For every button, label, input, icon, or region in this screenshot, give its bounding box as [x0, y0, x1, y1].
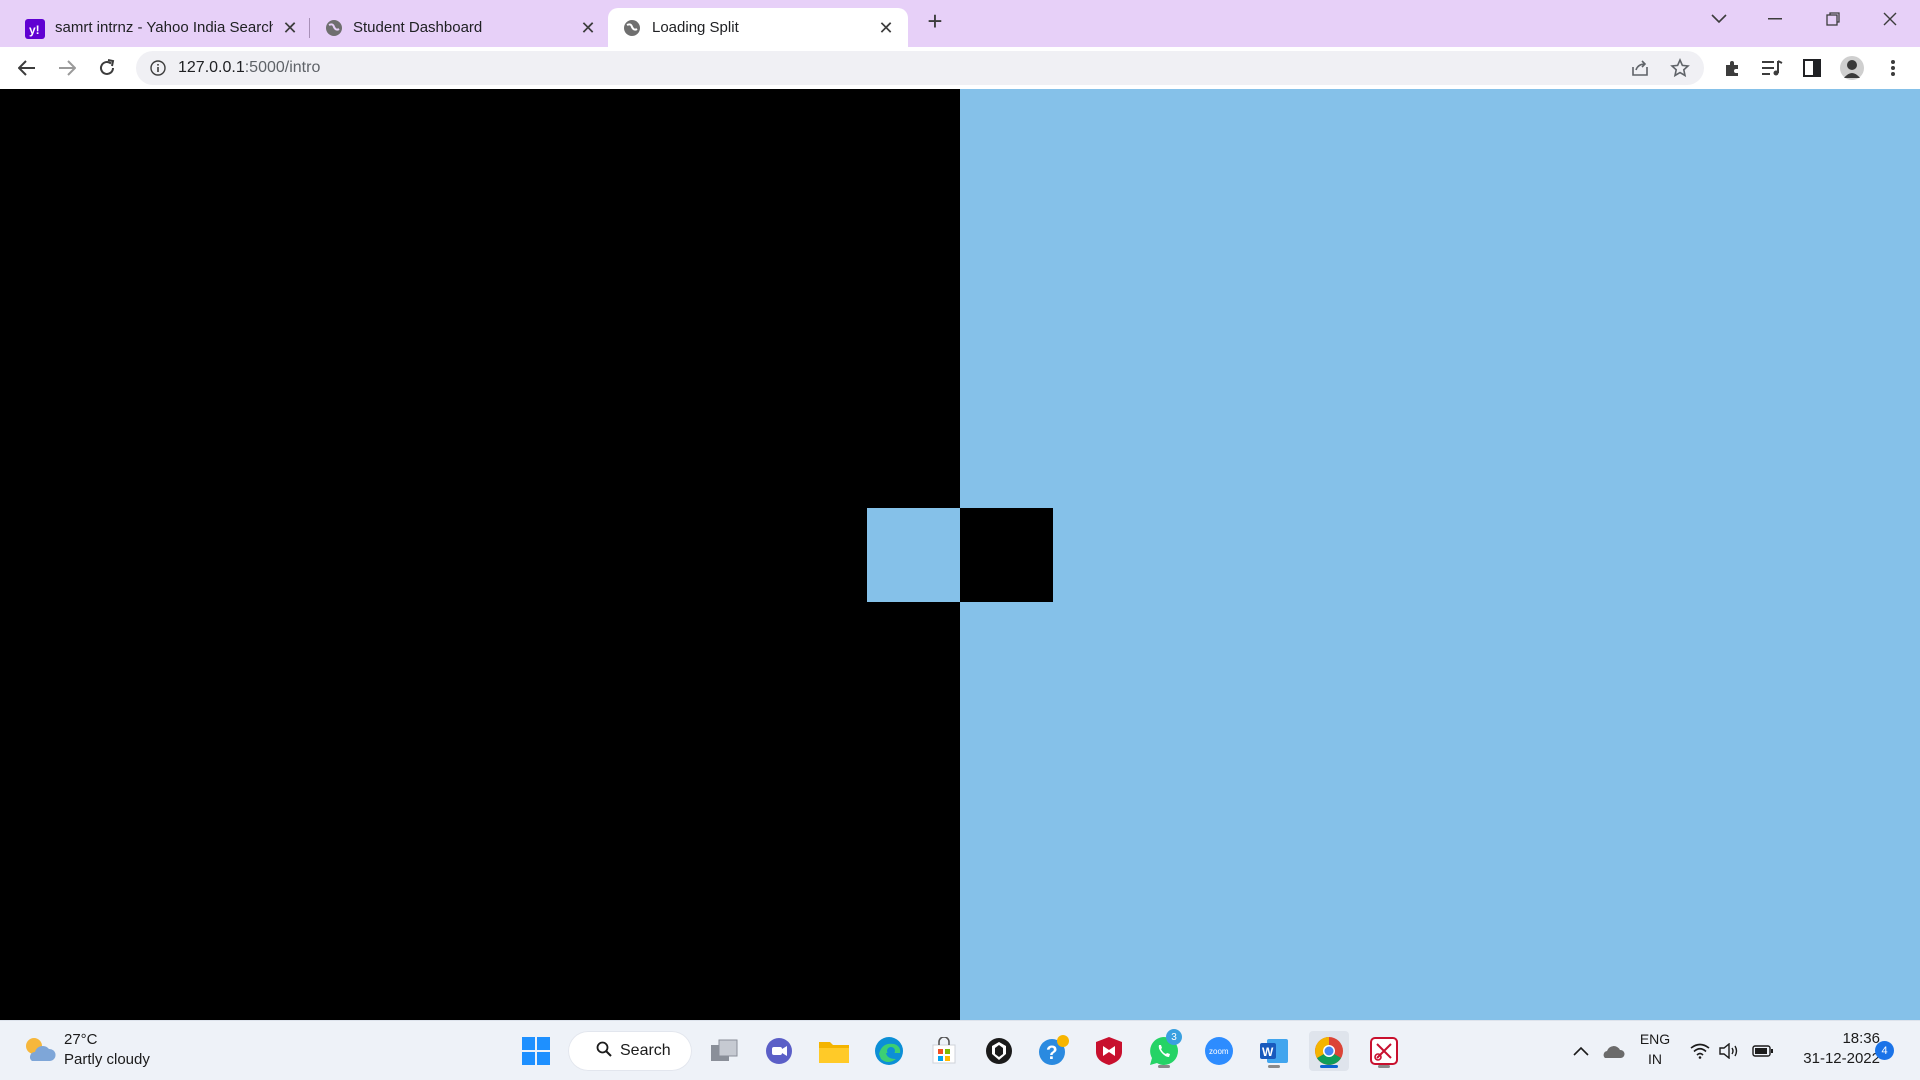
share-icon[interactable] — [1630, 59, 1650, 82]
teams-chat-icon[interactable] — [759, 1031, 799, 1071]
running-indicator — [1378, 1065, 1390, 1068]
search-icon — [596, 1041, 612, 1062]
taskbar-search[interactable]: Search — [568, 1031, 692, 1071]
restore-button[interactable] — [1810, 4, 1856, 34]
close-icon[interactable]: ✕ — [874, 16, 898, 40]
globe-icon — [325, 19, 343, 37]
tab-search-dropdown[interactable] — [1696, 4, 1742, 34]
system-clock[interactable]: 18:36 31-12-2022 — [1786, 1029, 1880, 1069]
page-viewport — [0, 89, 1920, 1020]
clock-date: 31-12-2022 — [1803, 1050, 1880, 1067]
split-right-panel — [960, 89, 1920, 1020]
battery-icon[interactable] — [1750, 1031, 1776, 1071]
running-indicator — [1158, 1065, 1170, 1068]
close-icon[interactable]: ✕ — [576, 16, 600, 40]
edge-browser-icon[interactable] — [869, 1031, 909, 1071]
reload-button[interactable] — [92, 53, 122, 83]
word-icon[interactable]: W — [1254, 1031, 1294, 1071]
weather-widget[interactable]: 27°C Partly cloudy — [22, 1031, 222, 1071]
yahoo-icon: y! — [25, 19, 45, 39]
tab-title: samrt intrnz - Yahoo India Search — [55, 19, 273, 36]
language-indicator[interactable]: ENG IN — [1636, 1029, 1674, 1069]
close-window-button[interactable] — [1867, 4, 1913, 34]
weather-temp: 27°C — [64, 1031, 98, 1048]
svg-text:zoom: zoom — [1209, 1047, 1229, 1056]
loader-square-left — [867, 508, 960, 602]
minimize-button[interactable] — [1752, 4, 1798, 34]
weather-description: Partly cloudy — [64, 1051, 150, 1068]
tab-title: Loading Split — [652, 19, 739, 36]
help-icon[interactable]: ? — [1034, 1031, 1074, 1071]
language-code: ENG — [1639, 1031, 1671, 1047]
extensions-icon[interactable] — [1717, 53, 1747, 83]
file-explorer-icon[interactable] — [814, 1031, 854, 1071]
whatsapp-badge: 3 — [1166, 1029, 1182, 1045]
bookmark-star-icon[interactable] — [1670, 58, 1690, 83]
zoom-icon[interactable]: zoom — [1199, 1031, 1239, 1071]
task-view-icon[interactable] — [704, 1031, 744, 1071]
svg-text:y!: y! — [29, 23, 40, 37]
svg-text:?: ? — [1046, 1043, 1058, 1064]
tab-title: Student Dashboard — [353, 19, 483, 36]
globe-icon — [623, 19, 641, 37]
url-path: :5000/intro — [244, 59, 321, 76]
search-label: Search — [620, 1042, 671, 1059]
media-control-icon[interactable] — [1757, 53, 1787, 83]
start-button[interactable] — [516, 1031, 556, 1071]
tab-strip: y! samrt intrnz - Yahoo India Search ✕ S… — [0, 0, 1920, 47]
side-panel-icon[interactable] — [1797, 53, 1827, 83]
browser-toolbar: 127.0.0.1:5000/intro — [0, 47, 1920, 89]
partly-cloudy-icon — [22, 1035, 56, 1070]
forward-button[interactable] — [52, 53, 82, 83]
wifi-icon[interactable] — [1688, 1031, 1712, 1071]
running-indicator — [1320, 1065, 1338, 1068]
microsoft-store-icon[interactable] — [924, 1031, 964, 1071]
volume-icon[interactable] — [1718, 1031, 1742, 1071]
running-indicator — [1268, 1065, 1280, 1068]
split-left-panel — [0, 89, 960, 1020]
chrome-menu-icon[interactable] — [1878, 53, 1908, 83]
onedrive-icon[interactable] — [1600, 1031, 1626, 1071]
whatsapp-icon[interactable]: 3 — [1144, 1029, 1184, 1071]
url-host: 127.0.0.1 — [178, 59, 245, 76]
close-icon[interactable]: ✕ — [278, 16, 302, 40]
region-code: IN — [1648, 1051, 1662, 1067]
new-tab-button[interactable]: + — [922, 6, 948, 36]
loader-square-right — [960, 508, 1053, 602]
mcafee-icon[interactable] — [1089, 1031, 1129, 1071]
clock-time: 18:36 — [1842, 1030, 1880, 1047]
snipping-tool-icon[interactable] — [1364, 1031, 1404, 1071]
tab-loading-split[interactable]: Loading Split ✕ — [608, 8, 908, 47]
url-text: 127.0.0.1:5000/intro — [178, 59, 320, 77]
app-shield-icon[interactable] — [979, 1031, 1019, 1071]
avatar[interactable] — [1837, 53, 1867, 83]
notification-badge[interactable]: 4 — [1875, 1041, 1894, 1060]
tab-student-dashboard[interactable]: Student Dashboard ✕ — [310, 8, 608, 47]
tab-yahoo-search[interactable]: y! samrt intrnz - Yahoo India Search ✕ — [0, 8, 308, 47]
chevron-up-icon[interactable] — [1570, 1031, 1592, 1071]
info-icon[interactable] — [150, 60, 166, 81]
svg-text:W: W — [1262, 1045, 1274, 1059]
address-bar[interactable]: 127.0.0.1:5000/intro — [136, 51, 1704, 85]
chrome-icon[interactable] — [1309, 1031, 1349, 1071]
back-button[interactable] — [12, 53, 42, 83]
windows-taskbar: 27°C Partly cloudy Search ? 3 zoom W ENG… — [0, 1020, 1920, 1080]
